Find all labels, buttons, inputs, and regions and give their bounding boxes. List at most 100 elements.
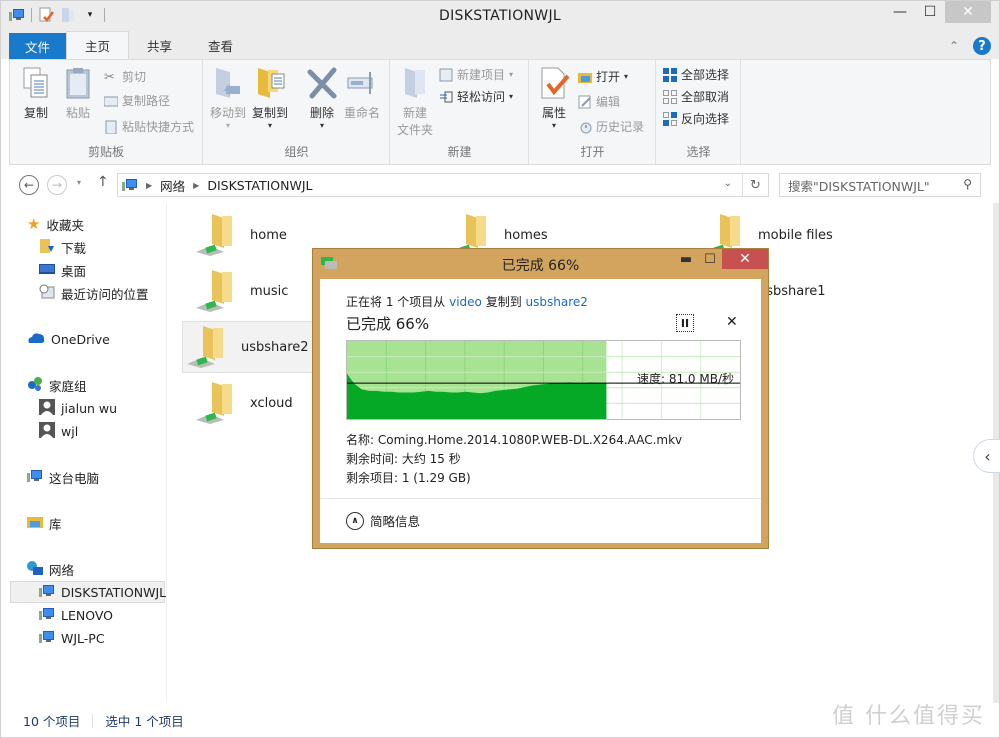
cancel-copy-button[interactable]: ✕ — [726, 314, 738, 330]
tab-share[interactable]: 共享 — [129, 31, 190, 59]
forward-button[interactable]: → — [47, 175, 67, 195]
tab-home[interactable]: 主页 — [66, 31, 130, 59]
new-folder-label-1: 新建 — [403, 106, 428, 120]
sidebar-item-favorites[interactable]: ★ 收藏夹 — [27, 213, 84, 235]
sidebar-item-libraries[interactable]: 库 — [27, 512, 62, 534]
network-folder-icon — [194, 268, 238, 314]
paste-shortcut-button[interactable]: 粘贴快捷方式 — [104, 118, 194, 135]
move-to-label: 移动到 — [210, 106, 247, 120]
sidebar-label: 收藏夹 — [46, 217, 84, 233]
search-icon[interactable]: ⚲ — [963, 177, 972, 191]
dialog-minimize-button[interactable]: ▬ — [674, 249, 698, 269]
sidebar-item-desktop[interactable]: 桌面 — [39, 259, 86, 281]
search-input[interactable]: 搜索"DISKSTATIONWJL" ⚲ — [779, 173, 981, 197]
delete-button[interactable]: 删除 ▾ — [306, 66, 338, 130]
collapse-ribbon-icon[interactable]: ⌃ — [949, 39, 959, 53]
edit-label: 编辑 — [596, 95, 621, 109]
paste-label: 粘贴 — [65, 106, 90, 120]
title-bar: ▾ DISKSTATIONWJL — ☐ ✕ — [1, 1, 999, 31]
divider — [92, 713, 94, 728]
help-icon[interactable]: ? — [973, 37, 991, 55]
invert-selection-button[interactable]: 反向选择 — [663, 110, 729, 127]
history-button[interactable]: 历史记录 — [578, 118, 644, 135]
easy-access-button[interactable]: 轻松访问 ▾ — [439, 88, 513, 105]
breadcrumb-network[interactable]: 网络 — [160, 176, 185, 195]
chevron-left-icon[interactable]: ‹ — [973, 439, 1000, 473]
sidebar-item-lenovo[interactable]: LENOVO — [39, 604, 113, 626]
move-to-button[interactable]: 移动到 ▾ — [210, 66, 246, 130]
close-button[interactable]: ✕ — [945, 1, 991, 23]
less-details-button[interactable]: ∧ 简略信息 — [346, 511, 420, 530]
watermark: 值 什么值得买 — [832, 704, 985, 729]
ribbon-group-organize: 移动到 ▾ 复制到 ▾ 删除 ▾ 重命名 组织 — [204, 60, 390, 164]
copy-path-button[interactable]: 复制路径 — [103, 92, 171, 109]
minimize-button[interactable]: — — [885, 1, 915, 23]
ribbon-group-label: 打开 — [580, 145, 605, 159]
maximize-button[interactable]: ☐ — [915, 1, 945, 23]
tab-file[interactable]: 文件 — [9, 33, 67, 59]
select-all-button[interactable]: 全部选择 — [663, 66, 729, 83]
speed-graph: 速度: 81.0 MB/秒 — [346, 340, 741, 420]
rename-button[interactable]: 重命名 — [344, 66, 380, 121]
back-button[interactable]: ← — [19, 175, 39, 195]
source-link[interactable]: video — [449, 295, 482, 309]
libraries-icon — [27, 514, 43, 533]
select-all-label: 全部选择 — [681, 68, 730, 82]
sidebar-item-homegroup[interactable]: 家庭组 — [27, 374, 87, 396]
sidebar-label: 这台电脑 — [49, 470, 100, 486]
computer-icon — [39, 629, 55, 648]
sidebar-item-user-wjl[interactable]: wjl — [39, 420, 78, 442]
breadcrumb-diskstation[interactable]: DISKSTATIONWJL — [207, 178, 312, 193]
chevron-right-icon[interactable]: ▶ — [146, 181, 152, 190]
dialog-maximize-button[interactable]: ☐ — [698, 249, 722, 269]
ribbon-group-open: 属性 ▾ 打开 ▾ 编辑 历史记录 打开 — [530, 60, 656, 164]
copy-path-icon — [103, 94, 119, 108]
folder-name: xcloud — [250, 395, 293, 411]
sidebar-item-network[interactable]: 网络 — [27, 558, 74, 580]
dialog-close-button[interactable]: ✕ — [722, 249, 768, 269]
sidebar-label: 桌面 — [61, 263, 87, 279]
cut-button[interactable]: ✂ 剪切 — [104, 68, 146, 85]
file-name: 名称: Coming.Home.2014.1080P.WEB-DL.X264.A… — [346, 433, 683, 447]
new-folder-button[interactable]: 新建 文件夹 — [397, 66, 433, 138]
computer-icon — [27, 468, 43, 487]
chevron-right-icon[interactable]: ▶ — [193, 181, 199, 190]
items-remaining: 剩余项目: 1 (1.29 GB) — [346, 471, 471, 485]
sidebar-item-onedrive[interactable]: OneDrive — [27, 328, 110, 350]
properties-button[interactable]: 属性 ▾ — [538, 66, 570, 130]
sidebar-item-downloads[interactable]: 下载 — [39, 236, 86, 258]
folder-name: mobile files — [758, 227, 833, 243]
tab-view[interactable]: 查看 — [190, 31, 251, 59]
edit-button[interactable]: 编辑 — [578, 93, 620, 110]
invert-selection-label: 反向选择 — [681, 112, 730, 126]
computer-icon — [122, 177, 138, 193]
network-folder-icon — [185, 324, 229, 370]
recent-locations-dropdown-icon[interactable]: ▾ — [77, 178, 81, 187]
refresh-icon[interactable]: ↻ — [742, 174, 768, 196]
copy-to-button[interactable]: 复制到 ▾ — [252, 66, 288, 130]
sidebar-item-recent[interactable]: 最近访问的位置 — [39, 282, 149, 304]
cloud-icon — [27, 332, 45, 347]
up-arrow-icon[interactable]: ↑ — [97, 174, 109, 190]
chevron-up-icon: ∧ — [346, 511, 364, 530]
sidebar-item-wjl-pc[interactable]: WJL-PC — [39, 627, 105, 649]
destination-link[interactable]: usbshare2 — [526, 295, 588, 309]
easy-access-label: 轻松访问 — [457, 90, 506, 104]
address-box[interactable]: ▶ 网络 ▶ DISKSTATIONWJL ⌄ ↻ — [117, 173, 769, 197]
sidebar-item-this-pc[interactable]: 这台电脑 — [27, 466, 99, 488]
new-item-button[interactable]: 新建项目 ▾ — [439, 66, 513, 83]
pause-button[interactable]: II — [676, 314, 694, 332]
dropdown-arrow-icon: ▾ — [509, 70, 514, 79]
paste-button[interactable]: 粘贴 — [62, 66, 94, 121]
sidebar-item-user-jialun[interactable]: jialun wu — [39, 397, 117, 419]
divider — [320, 498, 761, 499]
copy-button[interactable]: 复制 — [20, 66, 52, 121]
sidebar-item-diskstationwjl[interactable]: DISKSTATIONWJL — [10, 581, 166, 603]
folder-item-selected[interactable]: usbshare2 — [182, 321, 314, 373]
dropdown-arrow-icon: ▾ — [624, 72, 629, 81]
copy-path-label: 复制路径 — [122, 94, 171, 108]
select-none-button[interactable]: 全部取消 — [663, 88, 729, 105]
open-button[interactable]: 打开 ▾ — [578, 68, 628, 85]
address-dropdown-icon[interactable]: ⌄ — [724, 178, 732, 189]
homegroup-icon — [27, 376, 43, 395]
